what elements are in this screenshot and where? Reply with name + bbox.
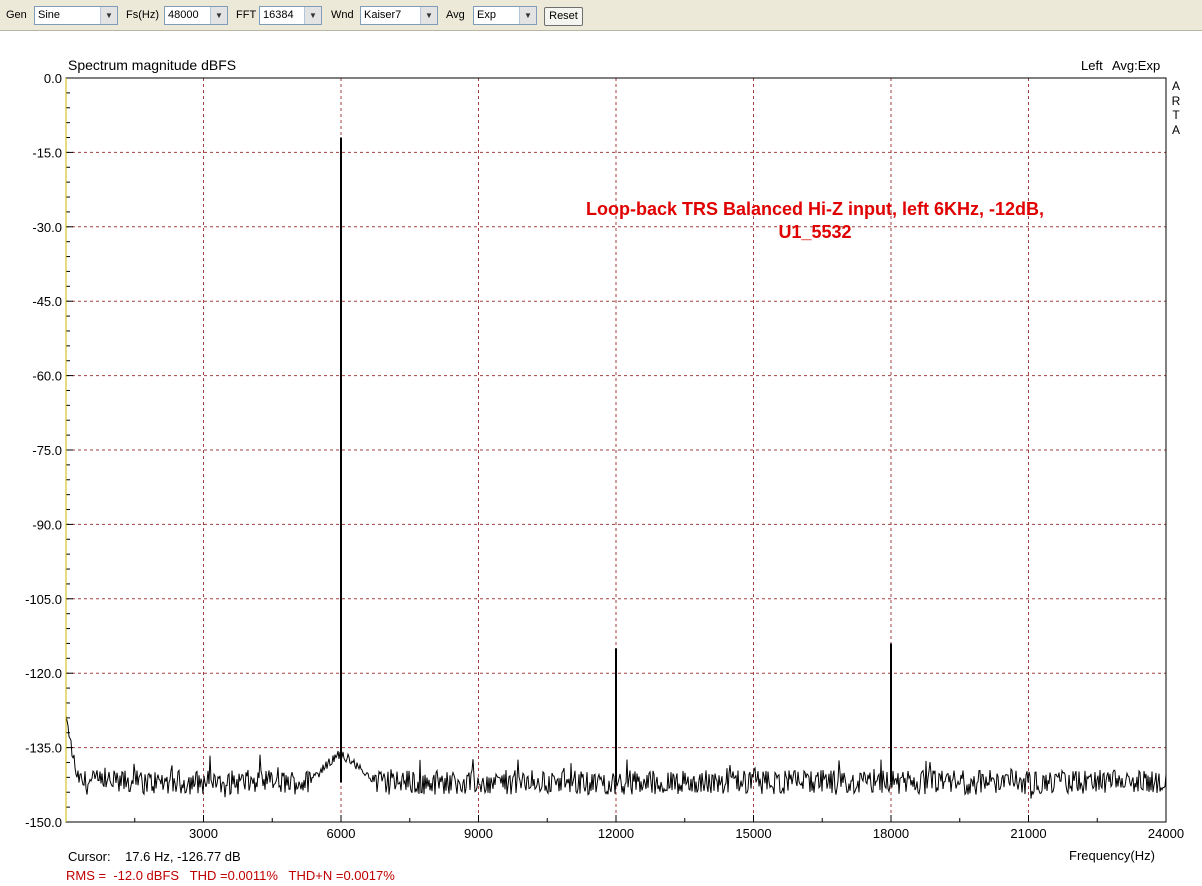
x-tick-label: 21000 — [1010, 826, 1046, 841]
y-tick-label: -150.0 — [25, 815, 62, 830]
x-tick-label: 12000 — [598, 826, 634, 841]
spectrum-chart: 0.0 -15.0 -30.0 -45.0 -60.0 -75.0 -90.0 -105.0 -… — [25, 71, 1184, 841]
avg-mode-label: Avg:Exp — [1112, 58, 1161, 73]
x-tick-label: 6000 — [327, 826, 356, 841]
annotation-line-1: Loop-back TRS Balanced Hi-Z input, left … — [585, 199, 1045, 219]
y-tick-label: -15.0 — [32, 145, 62, 160]
y-tick-label: -105.0 — [25, 592, 62, 607]
y-tick-label: 0.0 — [44, 71, 62, 86]
y-tick-label: -120.0 — [25, 666, 62, 681]
logo-letter: R — [1171, 93, 1181, 108]
annotation-line-2: U1_5532 — [778, 222, 852, 242]
x-tick-label: 15000 — [735, 826, 771, 841]
logo-letter: A — [1171, 79, 1180, 93]
y-tick-label: -135.0 — [25, 741, 62, 756]
y-tick-label: -75.0 — [32, 443, 62, 458]
arta-logo: A R T A — [1170, 79, 1182, 137]
logo-letter: T — [1172, 108, 1180, 122]
channel-label: Left — [1081, 58, 1103, 73]
y-tick-label: -60.0 — [32, 369, 62, 384]
y-tick-label: -90.0 — [32, 517, 62, 532]
x-axis-label: Frequency(Hz) — [1069, 848, 1155, 863]
y-tick-label: -30.0 — [32, 220, 62, 235]
x-tick-label: 9000 — [464, 826, 493, 841]
cursor-readout: Cursor: 17.6 Hz, -126.77 dB — [68, 849, 241, 864]
x-tick-label: 18000 — [873, 826, 909, 841]
labels-layer: 0.0 -15.0 -30.0 -45.0 -60.0 -75.0 -90.0 -105.0 -… — [25, 71, 1184, 841]
x-tick-label: 24000 — [1148, 826, 1184, 841]
annotation-text: Loop-back TRS Balanced Hi-Z input, left … — [548, 198, 1082, 244]
chart-title: Spectrum magnitude dBFS — [68, 57, 237, 73]
y-tick-label: -45.0 — [32, 294, 62, 309]
logo-letter: A — [1171, 122, 1180, 137]
x-tick-label: 3000 — [189, 826, 218, 841]
measurement-stats: RMS = -12.0 dBFS THD =0.0011% THD+N =0.0… — [66, 868, 395, 883]
